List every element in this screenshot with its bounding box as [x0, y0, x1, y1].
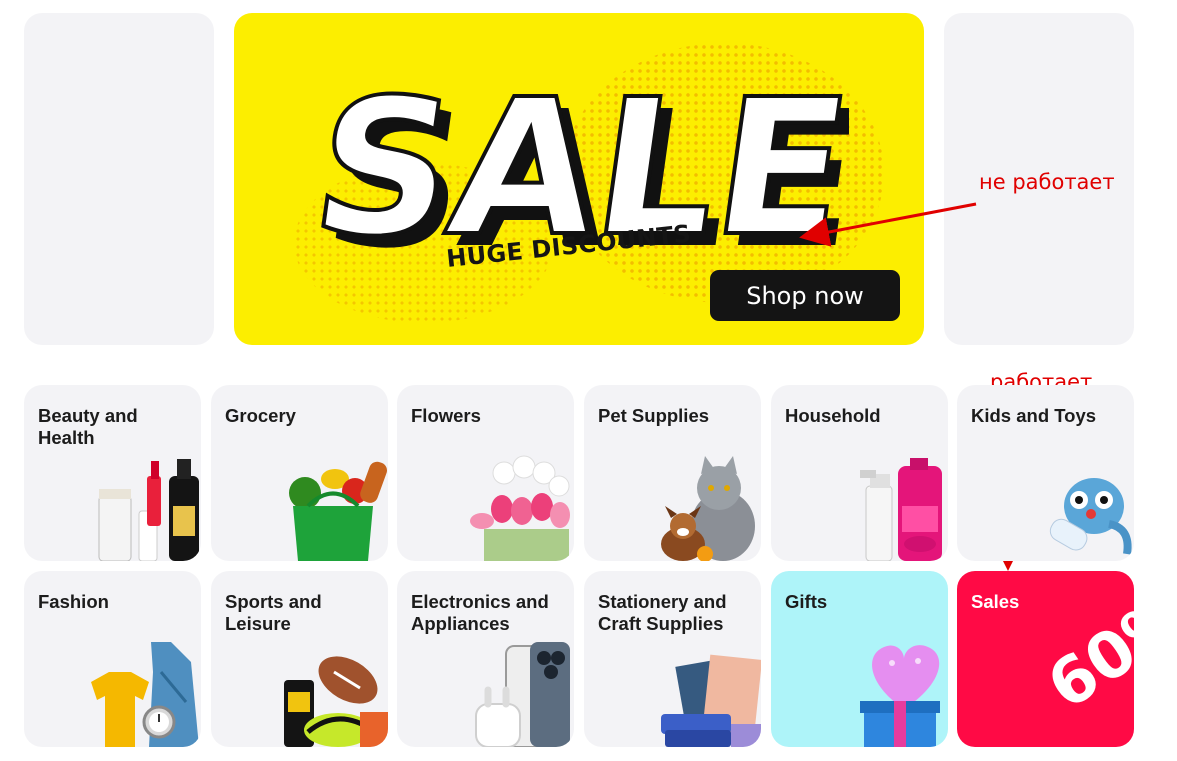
baby-toy-icon [1049, 478, 1132, 555]
cat-and-dog-icon [661, 456, 755, 561]
category-tile-flowers[interactable]: Flowers [397, 385, 574, 561]
sports-gear-icon [284, 656, 388, 747]
category-label: Beauty and Health [38, 405, 138, 448]
stationery-icon [661, 654, 761, 747]
clothes-and-watch-icon [91, 642, 199, 747]
category-label: Household [785, 405, 881, 426]
category-tile-sports-leisure[interactable]: Sports and Leisure [211, 571, 388, 747]
marketplace-home: SALE! SALE! HUGE DISCOUNTS Shop now не р… [0, 0, 1177, 761]
category-tile-grocery[interactable]: Grocery [211, 385, 388, 561]
cleaning-bottles-icon [860, 458, 942, 561]
category-label: Stationery and Craft Supplies [598, 591, 727, 634]
category-label: Pet Supplies [598, 405, 710, 426]
category-label: Gifts [785, 591, 828, 612]
category-label: Fashion [38, 591, 109, 612]
tulip-bouquet-icon [470, 455, 570, 561]
category-tile-kids-toys[interactable]: Kids and Toys [957, 385, 1134, 561]
category-tile-electronics-appliances[interactable]: Electronics and Appliances [397, 571, 574, 747]
category-tile-pet-supplies[interactable]: Pet Supplies [584, 385, 761, 561]
category-label: Sales [971, 591, 1020, 612]
category-tile-household[interactable]: Household [771, 385, 948, 561]
category-tile-beauty-health[interactable]: Beauty and Health [24, 385, 201, 561]
category-label: Kids and Toys [971, 405, 1097, 426]
gift-box-heart-icon [860, 645, 940, 747]
category-label: Sports and Leisure [225, 591, 322, 634]
promo-banner[interactable]: SALE! SALE! HUGE DISCOUNTS Shop now [234, 13, 924, 345]
category-label: Flowers [411, 405, 481, 426]
shop-now-button[interactable]: Shop now [710, 270, 900, 321]
category-label: Grocery [225, 405, 296, 426]
phone-and-earbuds-icon [475, 642, 570, 747]
cosmetics-bottles-icon [98, 459, 199, 561]
category-tile-fashion[interactable]: Fashion [24, 571, 201, 747]
category-tile-stationery-craft[interactable]: Stationery and Craft Supplies [584, 571, 761, 747]
banner-placeholder-left[interactable] [24, 13, 214, 345]
category-label: Electronics and Appliances [411, 591, 549, 634]
grocery-bag-icon [289, 461, 387, 561]
category-tile-gifts[interactable]: Gifts [771, 571, 948, 747]
annotation-not-working: не работает [979, 170, 1115, 194]
category-tile-sales[interactable]: Sales 60% [957, 571, 1134, 747]
